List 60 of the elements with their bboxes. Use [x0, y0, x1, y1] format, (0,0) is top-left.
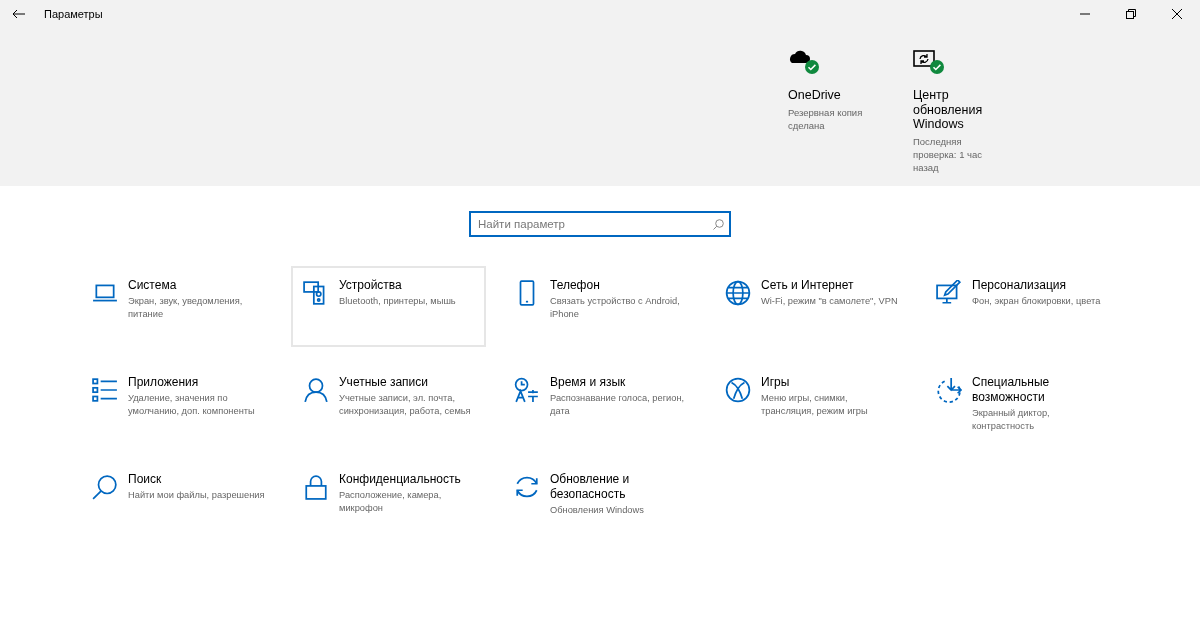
monitor-sync-icon	[913, 48, 937, 69]
window-title: Параметры	[44, 6, 103, 22]
settings-category-tile[interactable]: Специальные возможности Экранный диктор, контрастность	[924, 363, 1119, 444]
settings-category-tile[interactable]: Игры Меню игры, снимки, трансляция, режим игры	[713, 363, 908, 444]
search-icon	[713, 219, 724, 230]
settings-category-tile[interactable]: Телефон Связать устройство с Android, iPhone	[502, 266, 697, 347]
settings-category-tile[interactable]: Учетные записи Учетные записи, эл. почта, синхронизация, работа, семья	[291, 363, 486, 444]
category-title: Специальные возможности	[972, 375, 1051, 405]
accessibility-icon	[936, 377, 962, 403]
sync-icon	[514, 474, 540, 500]
category-title: Учетные записи	[339, 375, 429, 390]
search-field[interactable]: Найти параметр	[469, 211, 731, 237]
category-description: Связать устройство с Android, iPhone	[550, 295, 681, 320]
category-description: Экран, звук, уведомления, питание	[128, 295, 244, 320]
list-icon	[92, 377, 118, 403]
lock-icon	[303, 474, 329, 500]
status-subtitle: Резервная копия сделана	[788, 105, 864, 132]
xbox-icon	[725, 377, 751, 403]
category-title: Обновление и безопасность	[550, 472, 631, 502]
settings-category-tile[interactable]: Устройства Bluetooth, принтеры, мышь	[291, 266, 486, 347]
category-description: Обновления Windows	[550, 504, 645, 517]
category-description: Расположение, камера, микрофон	[339, 489, 443, 514]
restore-icon	[1126, 9, 1136, 19]
back-arrow-icon	[11, 9, 25, 19]
category-title: Система	[128, 278, 178, 293]
settings-category-tile[interactable]: Система Экран, звук, уведомления, питание	[80, 266, 275, 347]
category-title: Игры	[761, 375, 791, 390]
settings-category-tile[interactable]: Обновление и безопасность Обновления Windows	[502, 460, 697, 541]
person-icon	[303, 377, 329, 403]
category-description: Меню игры, снимки, трансляция, режим игры	[761, 392, 869, 417]
clock-and-letters-icon	[514, 377, 540, 403]
category-description: Экранный диктор, контрастность	[972, 407, 1051, 432]
settings-category-tile[interactable]: Время и язык Распознавание голоса, регион, дата	[502, 363, 697, 444]
category-title: Приложения	[128, 375, 200, 390]
globe-icon	[725, 280, 751, 306]
status-title: Центр обновления Windows	[913, 88, 983, 132]
status-title: OneDrive	[788, 88, 842, 103]
category-title: Поиск	[128, 472, 163, 487]
category-title: Время и язык	[550, 375, 627, 390]
monitor-brush-icon	[936, 280, 962, 306]
close-icon	[1172, 9, 1182, 19]
category-title: Сеть и Интернет	[761, 278, 855, 293]
category-title: Устройства	[339, 278, 403, 293]
category-description: Найти мои файлы, разрешения	[128, 489, 265, 502]
category-description: Учетные записи, эл. почта, синхронизация, работа, семья	[339, 392, 472, 417]
settings-category-tile[interactable]: Приложения Удаление, значения по умолчанию, доп. компоненты	[80, 363, 275, 444]
category-title: Телефон	[550, 278, 601, 293]
category-description: Bluetooth, принтеры, мышь	[339, 295, 456, 308]
search-icon	[92, 474, 118, 500]
category-description: Wi-Fi, режим "в самолете", VPN	[761, 295, 898, 308]
category-description: Удаление, значения по умолчанию, доп. компоненты	[128, 392, 256, 417]
settings-category-tile[interactable]: Персонализация Фон, экран блокировки, цвета	[924, 266, 1119, 347]
category-description: Распознавание голоса, регион, дата	[550, 392, 686, 417]
settings-category-tile[interactable]: Поиск Найти мои файлы, разрешения	[80, 460, 275, 541]
category-description: Фон, экран блокировки, цвета	[972, 295, 1101, 308]
settings-category-tile[interactable]: Сеть и Интернет Wi-Fi, режим "в самолете", VPN	[713, 266, 908, 347]
status-subtitle: Последняя проверка: 1 час назад	[913, 134, 984, 174]
category-title: Конфиденциальность	[339, 472, 462, 487]
settings-category-tile[interactable]: Конфиденциальность Расположение, камера, микрофон	[291, 460, 486, 541]
category-title: Персонализация	[972, 278, 1068, 293]
